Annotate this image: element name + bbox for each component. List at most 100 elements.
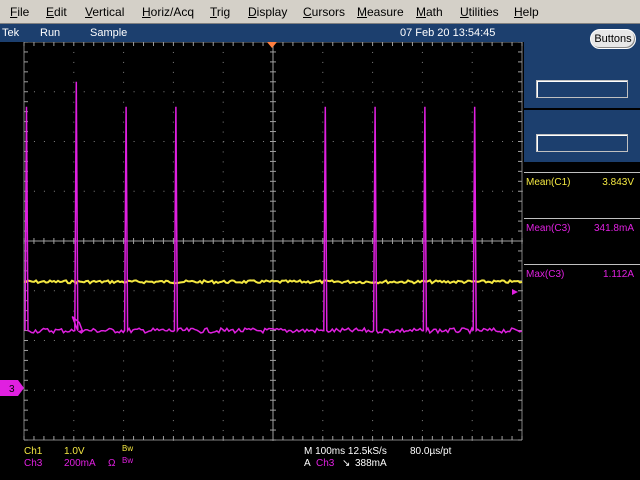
grid-dot (372, 91, 374, 93)
grid-dot (471, 350, 473, 352)
grid-dot (113, 141, 115, 142)
menu-help[interactable]: Help (514, 5, 539, 19)
grid-dot (471, 310, 473, 312)
grid-dot (421, 250, 423, 252)
menu-trig[interactable]: Trig (210, 5, 230, 19)
grid-dot (392, 141, 394, 142)
grid-dot (243, 340, 245, 341)
readout-mean-c1[interactable]: Mean(C1) 3.843V (524, 172, 640, 213)
grid-dot (502, 190, 504, 192)
grid-dot (123, 300, 125, 302)
grid-dot (203, 190, 205, 192)
grid-dot (163, 389, 165, 391)
grid-dot (123, 91, 125, 93)
grid-dot (472, 141, 474, 142)
measurement-panel: Mean(C1) 3.843V Mean(C3) 341.8mA Max(C3)… (524, 56, 640, 480)
trigger-slope-icon: ↘ (342, 458, 351, 469)
grid-dot (222, 270, 224, 272)
grid-dot (382, 141, 384, 142)
grid-dot (133, 190, 135, 192)
grid-dot (421, 420, 423, 422)
grid-dot (322, 221, 324, 223)
grid-dot (282, 389, 284, 391)
grid-dot (442, 389, 444, 391)
grid-dot (222, 171, 224, 173)
waveform-display[interactable]: 3 (0, 42, 524, 442)
menu-horiz-acq[interactable]: Horiz/Acq (142, 5, 194, 19)
grid-dot (471, 420, 473, 422)
grid-dot (421, 131, 423, 133)
readout-label: Max(C3) (526, 269, 565, 280)
grid-dot (143, 290, 145, 292)
grid-dot (372, 250, 374, 252)
grid-dot (322, 171, 324, 173)
menu-file[interactable]: File (10, 5, 29, 19)
grid-dot (471, 440, 473, 441)
grid-dot (73, 101, 75, 103)
grid-dot (133, 91, 135, 93)
grid-dot (172, 370, 174, 372)
grid-dot (222, 350, 224, 352)
trigger-level: 388mA (355, 458, 387, 469)
grid-dot (123, 370, 125, 372)
grid-dot (172, 270, 174, 272)
grid-dot (492, 340, 494, 341)
grid-dot (372, 389, 374, 391)
grid-dot (412, 141, 414, 142)
grid-dot (123, 380, 125, 382)
grid-dot (123, 71, 125, 73)
buttons-button[interactable]: Buttons (590, 29, 636, 49)
grid-dot (172, 420, 174, 422)
readout-mean-c3[interactable]: Mean(C3) 341.8mA (524, 218, 640, 259)
grid-dot (352, 91, 354, 93)
menu-math[interactable]: Math (416, 5, 443, 19)
grid-dot (302, 340, 304, 341)
grid-dot (462, 389, 464, 391)
grid-dot (342, 91, 344, 93)
grid-dot (392, 389, 394, 391)
grid-dot (452, 389, 454, 391)
grid-dot (322, 310, 324, 312)
menu-edit[interactable]: Edit (46, 5, 67, 19)
grid-dot (123, 51, 125, 53)
readout-value: 341.8mA (593, 223, 634, 234)
grid-dot (63, 91, 65, 93)
grid-dot (292, 389, 294, 391)
meas-slot-2-field[interactable] (536, 134, 628, 152)
grid-dot (412, 91, 414, 93)
grid-dot (522, 389, 523, 391)
menu-vertical[interactable]: Vertical (85, 5, 124, 19)
grid-dot (222, 370, 224, 372)
grid-dot (193, 190, 195, 192)
meas-slot-1-field[interactable] (536, 80, 628, 98)
grid-dot (322, 430, 324, 432)
grid-dot (222, 151, 224, 153)
grid-dot (432, 340, 434, 341)
grid-dot (512, 190, 514, 192)
menu-utilities[interactable]: Utilities (460, 5, 499, 19)
grid-dot (362, 389, 364, 391)
readout-max-c3[interactable]: Max(C3) 1.112A (524, 264, 640, 305)
grid-dot (372, 350, 374, 352)
grid-dot (43, 190, 45, 192)
acq-state: Run (40, 27, 61, 39)
grid-dot (312, 290, 314, 292)
grid-dot (172, 111, 174, 113)
grid-dot (332, 91, 334, 93)
grid-dot (352, 340, 354, 341)
grid-dot (372, 151, 374, 153)
grid-dot (93, 190, 95, 192)
grid-dot (73, 151, 75, 153)
grid-dot (472, 190, 474, 192)
grid-dot (73, 440, 75, 441)
grid-dot (33, 389, 35, 391)
grid-dot (172, 161, 174, 163)
menu-measure[interactable]: Measure (357, 5, 404, 19)
grid-dot (421, 201, 423, 203)
grid-dot (33, 190, 35, 192)
grid-dot (263, 389, 265, 391)
grid-dot (263, 340, 265, 341)
menu-display[interactable]: Display (248, 5, 287, 19)
menu-cursors[interactable]: Cursors (303, 5, 345, 19)
grid-dot (53, 340, 55, 341)
